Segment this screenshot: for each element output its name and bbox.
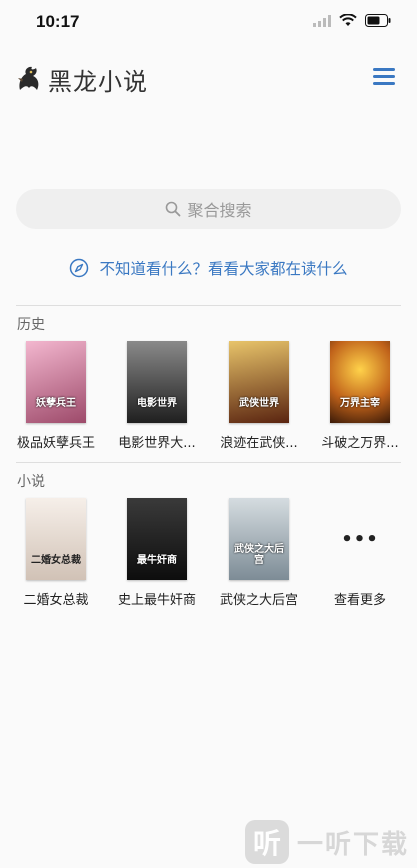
status-bar: 10:17 bbox=[0, 0, 417, 46]
search-icon bbox=[166, 201, 181, 217]
book-title: 极品妖孽兵王 bbox=[16, 436, 95, 451]
menu-bar bbox=[373, 82, 395, 85]
history-book-2[interactable]: 电影世界 电影世界大... bbox=[109, 341, 205, 451]
novel-book-3[interactable]: 武侠之大后宫 武侠之大后宫 bbox=[211, 498, 307, 608]
book-title: 武侠之大后宫 bbox=[219, 593, 298, 608]
book-cover: 武侠之大后宫 bbox=[229, 498, 289, 580]
status-time: 10:17 bbox=[36, 12, 80, 31]
book-cover: 电影世界 bbox=[127, 341, 187, 423]
history-book-1[interactable]: 妖孽兵王 极品妖孽兵王 bbox=[8, 341, 104, 451]
battery-icon bbox=[365, 14, 391, 27]
view-more-button[interactable]: ••• 查看更多 bbox=[312, 498, 408, 609]
discover-text: 不知道看什么？看看大家都在读什么 bbox=[99, 260, 348, 278]
novel-book-2[interactable]: 最牛奸商 史上最牛奸商 bbox=[109, 498, 205, 608]
cover-title: 武侠之大后宫 bbox=[234, 544, 284, 566]
book-title: 浪迹在武侠... bbox=[220, 436, 298, 451]
menu-bar bbox=[373, 68, 395, 71]
book-title: 史上最牛奸商 bbox=[117, 593, 196, 608]
book-cover: 武侠世界 bbox=[229, 341, 289, 423]
history-book-4[interactable]: 万界主宰 斗破之万界... bbox=[312, 341, 408, 451]
watermark-text: 一听下载 bbox=[296, 829, 409, 860]
compass-icon bbox=[70, 258, 89, 278]
book-title: 二婚女总裁 bbox=[23, 593, 89, 608]
watermark: 听 一听下载 bbox=[244, 820, 409, 864]
divider bbox=[16, 305, 401, 306]
app-logo-icon bbox=[18, 66, 39, 90]
section-title-history: 历史 bbox=[17, 317, 45, 333]
cover-title: 妖孽兵王 bbox=[36, 398, 76, 409]
wifi-icon bbox=[339, 14, 357, 26]
app-header: 黑龙小说 bbox=[0, 52, 417, 102]
app-title: 黑龙小说 bbox=[48, 68, 148, 96]
cover-title: 武侠世界 bbox=[239, 398, 279, 409]
book-title: 电影世界大... bbox=[118, 436, 196, 451]
novel-book-1[interactable]: 二婚女总裁 二婚女总裁 bbox=[8, 498, 104, 608]
book-cover: 万界主宰 bbox=[330, 341, 390, 423]
book-cover: 妖孽兵王 bbox=[26, 341, 86, 423]
status-icons bbox=[313, 14, 391, 27]
cover-title: 万界主宰 bbox=[340, 398, 380, 409]
view-more-label: 查看更多 bbox=[333, 593, 386, 608]
book-cover: 二婚女总裁 bbox=[26, 498, 86, 580]
divider bbox=[16, 462, 401, 463]
menu-bar bbox=[373, 75, 395, 78]
signal-icon bbox=[313, 14, 331, 27]
book-cover: 最牛奸商 bbox=[127, 498, 187, 580]
more-dots-icon: ••• bbox=[341, 528, 379, 550]
watermark-badge: 听 bbox=[244, 820, 289, 864]
cover-title: 最牛奸商 bbox=[137, 555, 177, 566]
menu-button[interactable] bbox=[373, 68, 395, 86]
cover-title: 二婚女总裁 bbox=[31, 555, 81, 566]
search-input[interactable]: 聚合搜索 bbox=[16, 189, 401, 229]
discover-link[interactable]: 不知道看什么？看看大家都在读什么 bbox=[0, 255, 417, 281]
cover-title: 电影世界 bbox=[137, 398, 177, 409]
search-placeholder: 聚合搜索 bbox=[187, 201, 252, 220]
history-book-3[interactable]: 武侠世界 浪迹在武侠... bbox=[211, 341, 307, 451]
section-title-novels: 小说 bbox=[17, 474, 45, 490]
book-title: 斗破之万界... bbox=[321, 436, 399, 451]
